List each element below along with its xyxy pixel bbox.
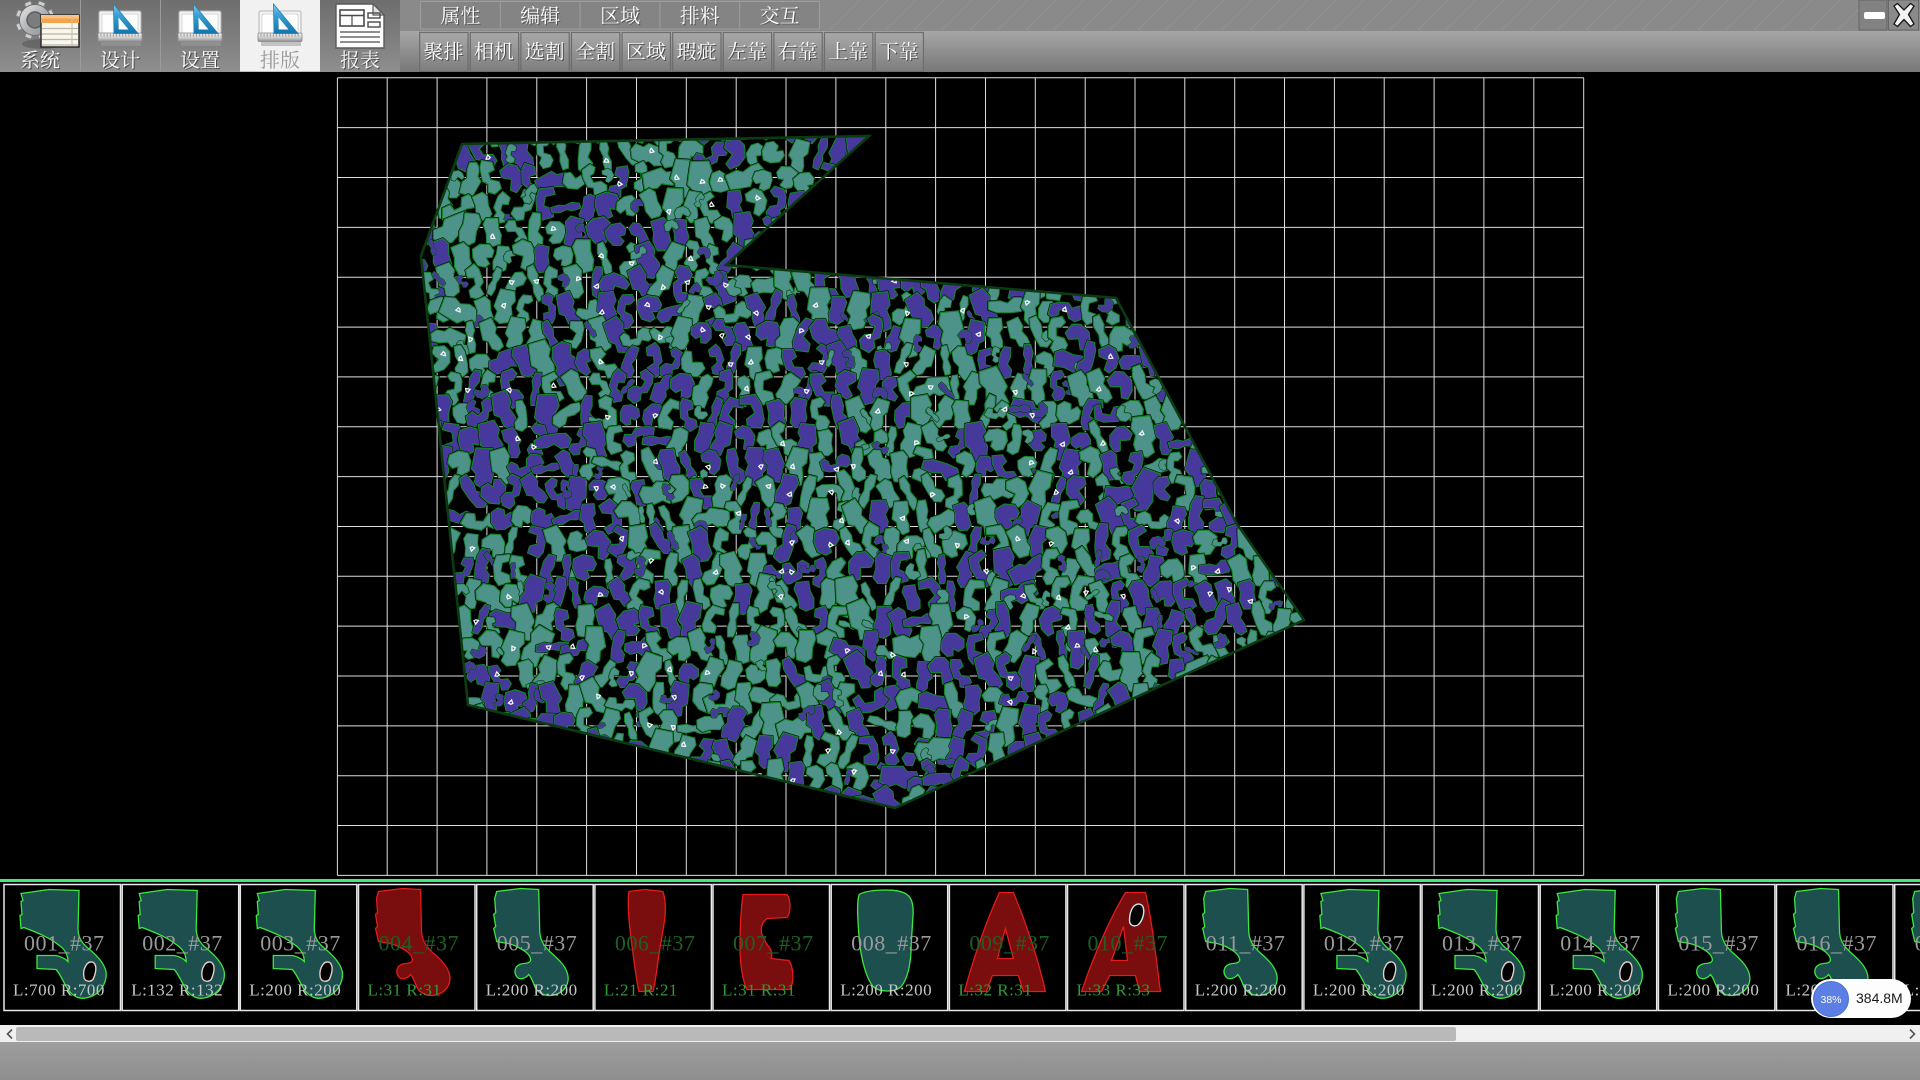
svg-text:004_#37: 004_#37 <box>379 931 460 956</box>
svg-text:L:31 R:31: L:31 R:31 <box>368 981 442 1000</box>
svg-text:005_#37: 005_#37 <box>497 931 578 956</box>
svg-text:L:200 R:200: L:200 R:200 <box>1313 981 1405 1000</box>
svg-text:L:200 R:200: L:200 R:200 <box>1431 981 1523 1000</box>
svg-text:L:200 R:200: L:200 R:200 <box>249 981 341 1000</box>
svg-text:013_#37: 013_#37 <box>1442 931 1523 956</box>
svg-text:L:21 R:21: L:21 R:21 <box>604 981 678 1000</box>
svg-text:007_#37: 007_#37 <box>733 931 814 956</box>
svg-text:012_#37: 012_#37 <box>1324 931 1405 956</box>
svg-text:L:200 R:200: L:200 R:200 <box>840 981 932 1000</box>
svg-text:L:31 R:31: L:31 R:31 <box>722 981 796 1000</box>
svg-text:011_#37: 011_#37 <box>1206 931 1286 956</box>
svg-text:001_#37: 001_#37 <box>24 931 105 956</box>
svg-text:L:132 R:132: L:132 R:132 <box>131 981 223 1000</box>
svg-text:003_#37: 003_#37 <box>260 931 341 956</box>
svg-text:008_#37: 008_#37 <box>851 931 932 956</box>
svg-text:014_#37: 014_#37 <box>1560 931 1641 956</box>
svg-text:010_#37: 010_#37 <box>1088 931 1169 956</box>
svg-text:017_#37: 017_#37 <box>1915 931 1920 956</box>
svg-text:016_#37: 016_#37 <box>1797 931 1878 956</box>
svg-text:L:33 R:33: L:33 R:33 <box>1077 981 1151 1000</box>
svg-text:L:200 R:200: L:200 R:200 <box>1195 981 1287 1000</box>
svg-text:L:200 R:200: L:200 R:200 <box>1549 981 1641 1000</box>
svg-text:006_#37: 006_#37 <box>615 931 696 956</box>
svg-text:002_#37: 002_#37 <box>142 931 223 956</box>
svg-text:015_#37: 015_#37 <box>1678 931 1759 956</box>
svg-text:L:32 R:31: L:32 R:31 <box>958 981 1032 1000</box>
svg-text:L:200 R:200: L:200 R:200 <box>1667 981 1759 1000</box>
svg-text:L:700 R:700: L:700 R:700 <box>13 981 105 1000</box>
svg-text:L:200 R:200: L:200 R:200 <box>486 981 578 1000</box>
svg-text:009_#37: 009_#37 <box>969 931 1050 956</box>
